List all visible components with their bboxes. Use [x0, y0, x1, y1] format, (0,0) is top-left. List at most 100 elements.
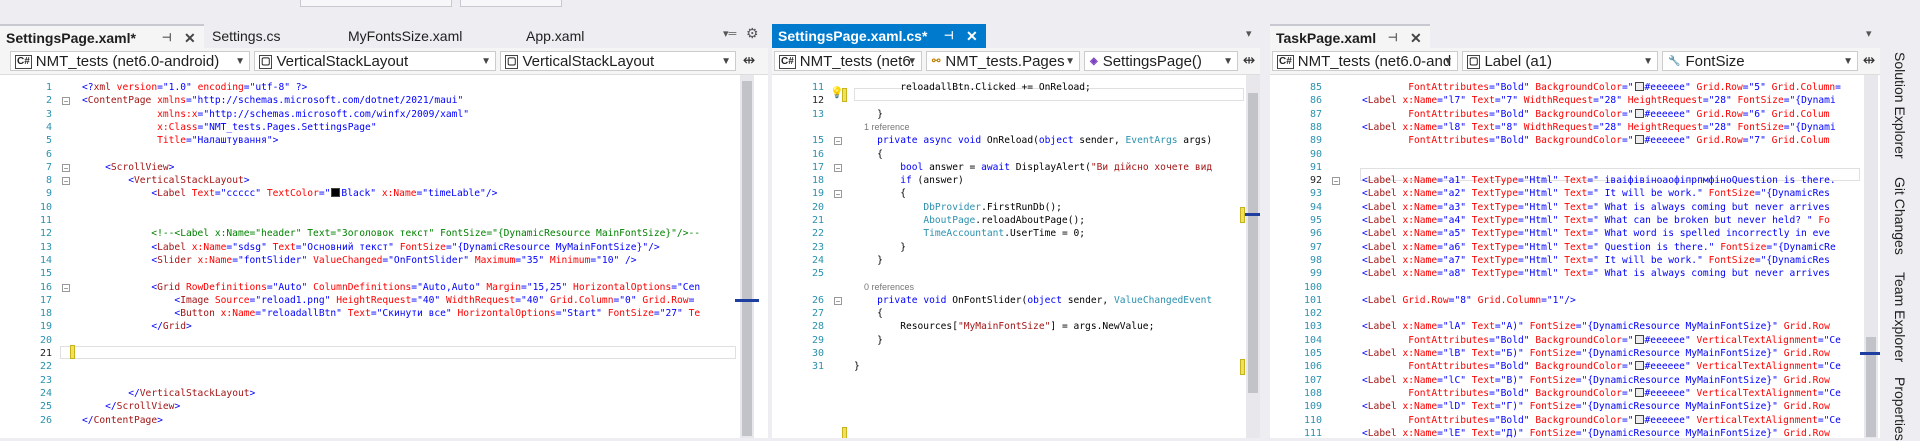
- right-tool-window-bar: Solution Explorer Git Changes Team Explo…: [1880, 22, 1920, 441]
- line-number: 8: [45, 175, 52, 187]
- close-icon[interactable]: ✕: [1410, 26, 1422, 50]
- vertical-scrollbar[interactable]: [740, 75, 754, 438]
- type-dropdown[interactable]: ▢ Label (a1) ▼: [1462, 51, 1658, 71]
- line-number: 85: [1309, 82, 1322, 93]
- line-number: 20: [39, 334, 52, 346]
- sidebar-tab-properties[interactable]: Properties: [1892, 377, 1908, 441]
- line-number: 88: [1309, 121, 1322, 133]
- sidebar-tab-solution-explorer[interactable]: Solution Explorer: [1892, 52, 1908, 159]
- code-line: private void OnFontSlider(object sender,…: [877, 294, 1213, 306]
- line-number: 19: [811, 188, 824, 200]
- color-swatch: [1634, 414, 1644, 424]
- element-icon: ▢: [505, 55, 519, 69]
- line-number: 29: [811, 334, 824, 346]
- gear-icon[interactable]: ⚙: [746, 25, 759, 42]
- code-line: <Image Source="reload1.png" HeightReques…: [174, 294, 695, 306]
- code-editor[interactable]: 1 2 3 4 5 6 7 8 9 10 11 12 13 14 15 16 17 18 19 20 21 22 23 24 2…: [0, 75, 768, 438]
- code-line: <Label x:Name="a8" TextType="Html" Text=…: [1362, 268, 1830, 280]
- code-line: FontAttributes="Bold" BackgroundColor=" #…: [1408, 387, 1841, 399]
- line-number: 103: [1303, 321, 1322, 333]
- tab-overflow-icon[interactable]: ▾: [1866, 27, 1872, 40]
- tab-settingspage-xaml-cs[interactable]: SettingsPage.xaml.cs* ⊣ ✕: [772, 24, 986, 48]
- split-editor-icon[interactable]: ⇹: [740, 52, 758, 70]
- editor-pane-settingspage-xaml: SettingsPage.xaml* ⊣ ✕ Settings.cs MyFon…: [0, 22, 768, 438]
- scroll-position-marker: [735, 299, 759, 302]
- code-line: <VerticalStackLayout>: [128, 175, 250, 187]
- type-dropdown[interactable]: ⚯ NMT_tests.Pages ▼: [926, 51, 1080, 71]
- toolbar-combo[interactable]: [460, 0, 562, 7]
- color-swatch: [1634, 108, 1644, 118]
- pin-icon[interactable]: ⊣: [944, 24, 954, 48]
- chevron-down-icon: ▼: [1643, 56, 1653, 67]
- code-line: }: [854, 361, 860, 373]
- close-icon[interactable]: ✕: [966, 24, 978, 48]
- project-dropdown[interactable]: C# NMT_tests (net6.0-android) ▼: [10, 51, 250, 71]
- split-editor-icon[interactable]: ⇹: [1860, 52, 1878, 70]
- type-dropdown[interactable]: ▢ VerticalStackLayout ▼: [254, 51, 496, 71]
- document-tab-bar: SettingsPage.xaml* ⊣ ✕ Settings.cs MyFon…: [0, 22, 768, 48]
- change-marker: [842, 427, 847, 438]
- csharp-project-icon: C#: [1277, 55, 1294, 69]
- tab-myfontssize-xaml[interactable]: MyFontsSize.xaml: [340, 24, 490, 48]
- tab-app-xaml[interactable]: App.xaml: [520, 24, 620, 48]
- line-number: 5: [45, 135, 52, 147]
- line-number: 89: [1309, 135, 1322, 147]
- fold-toggle-icon[interactable]: −: [834, 163, 842, 172]
- chevron-down-icon: ▼: [481, 56, 491, 67]
- tab-settingspage-xaml[interactable]: SettingsPage.xaml* ⊣ ✕: [0, 24, 204, 48]
- member-dropdown[interactable]: 🔧 FontSize ▼: [1662, 51, 1858, 71]
- line-number: 87: [1309, 108, 1322, 120]
- fold-toggle-icon[interactable]: −: [62, 97, 70, 106]
- line-number: 108: [1303, 387, 1322, 399]
- fold-toggle-icon[interactable]: −: [62, 283, 70, 292]
- code-line: </VerticalStackLayout>: [128, 387, 256, 399]
- chevron-down-icon: ▼: [1443, 56, 1453, 67]
- member-dropdown[interactable]: ◈ SettingsPage() ▼: [1084, 51, 1238, 71]
- scrollbar-thumb[interactable]: [742, 81, 752, 436]
- fold-toggle-icon[interactable]: −: [62, 177, 70, 186]
- line-number: 14: [39, 254, 52, 266]
- line-number-gutter: 85 86 87 88 89 90 91 92 93 94 95 96 97 98 99 100 101 102 1…: [1270, 75, 1328, 438]
- project-dropdown[interactable]: C# NMT_tests (net6.0-and ▼: [1272, 51, 1458, 71]
- code-line: <Label x:Name="sdsg" Text="Основний текс…: [151, 241, 660, 253]
- split-editor-icon[interactable]: ⇹: [1240, 52, 1258, 70]
- vertical-scrollbar[interactable]: [1864, 75, 1878, 438]
- code-line: bool answer = await DisplayAlert("Ви дій…: [900, 161, 1213, 173]
- code-line: 1 reference: [854, 121, 910, 132]
- fold-toggle-icon[interactable]: −: [834, 190, 842, 199]
- fold-toggle-icon[interactable]: −: [62, 163, 70, 172]
- project-dropdown[interactable]: C# NMT_tests (net6. ▼: [774, 51, 922, 71]
- sidebar-tab-git-changes[interactable]: Git Changes: [1892, 177, 1908, 255]
- pin-icon[interactable]: ⊣: [162, 26, 172, 50]
- line-number: 25: [39, 401, 52, 413]
- tab-settings-cs[interactable]: Settings.cs: [206, 24, 346, 48]
- chevron-down-icon: ▼: [907, 56, 917, 67]
- fold-toggle-icon[interactable]: −: [1332, 177, 1340, 186]
- tab-label: SettingsPage.xaml*: [6, 30, 136, 46]
- tab-overflow-icon[interactable]: ▾: [1246, 27, 1252, 40]
- member-dropdown[interactable]: ▢ VerticalStackLayout ▼: [500, 51, 736, 71]
- line-number: 101: [1303, 294, 1322, 306]
- line-number: 91: [1309, 161, 1322, 173]
- code-line: {: [854, 188, 906, 200]
- fold-toggle-icon[interactable]: −: [834, 296, 842, 305]
- sidebar-tab-team-explorer[interactable]: Team Explorer: [1892, 272, 1908, 362]
- code-line: x:Class="NMT_tests.Pages.SettingsPage": [157, 121, 377, 133]
- line-number: 23: [811, 241, 824, 253]
- line-number: 15: [39, 268, 52, 280]
- scrollbar-thumb[interactable]: [1248, 93, 1258, 393]
- color-swatch: [1634, 387, 1644, 397]
- tab-label: TaskPage.xaml: [1276, 30, 1377, 46]
- vertical-scrollbar[interactable]: [1246, 75, 1260, 438]
- close-icon[interactable]: ✕: [184, 26, 196, 50]
- code-editor[interactable]: 11 12 13 15 16 17 18 19 20 21 22 23 24 25 26 27 28 29 30 31…: [772, 75, 1260, 438]
- line-number: 110: [1303, 414, 1322, 426]
- fold-toggle-icon[interactable]: −: [834, 137, 842, 146]
- toolbar-combo[interactable]: [300, 0, 452, 7]
- pin-icon[interactable]: ⊣: [1388, 26, 1398, 50]
- tab-overflow-icon[interactable]: ▾═: [723, 27, 736, 40]
- line-number: 17: [811, 161, 824, 173]
- tab-taskpage-xaml[interactable]: TaskPage.xaml ⊣ ✕: [1270, 24, 1430, 48]
- code-editor[interactable]: 85 86 87 88 89 90 91 92 93 94 95 96 97 98 99 100 101 102 1…: [1270, 75, 1880, 438]
- code-line: FontAttributes="Bold" BackgroundColor=" #…: [1408, 135, 1830, 147]
